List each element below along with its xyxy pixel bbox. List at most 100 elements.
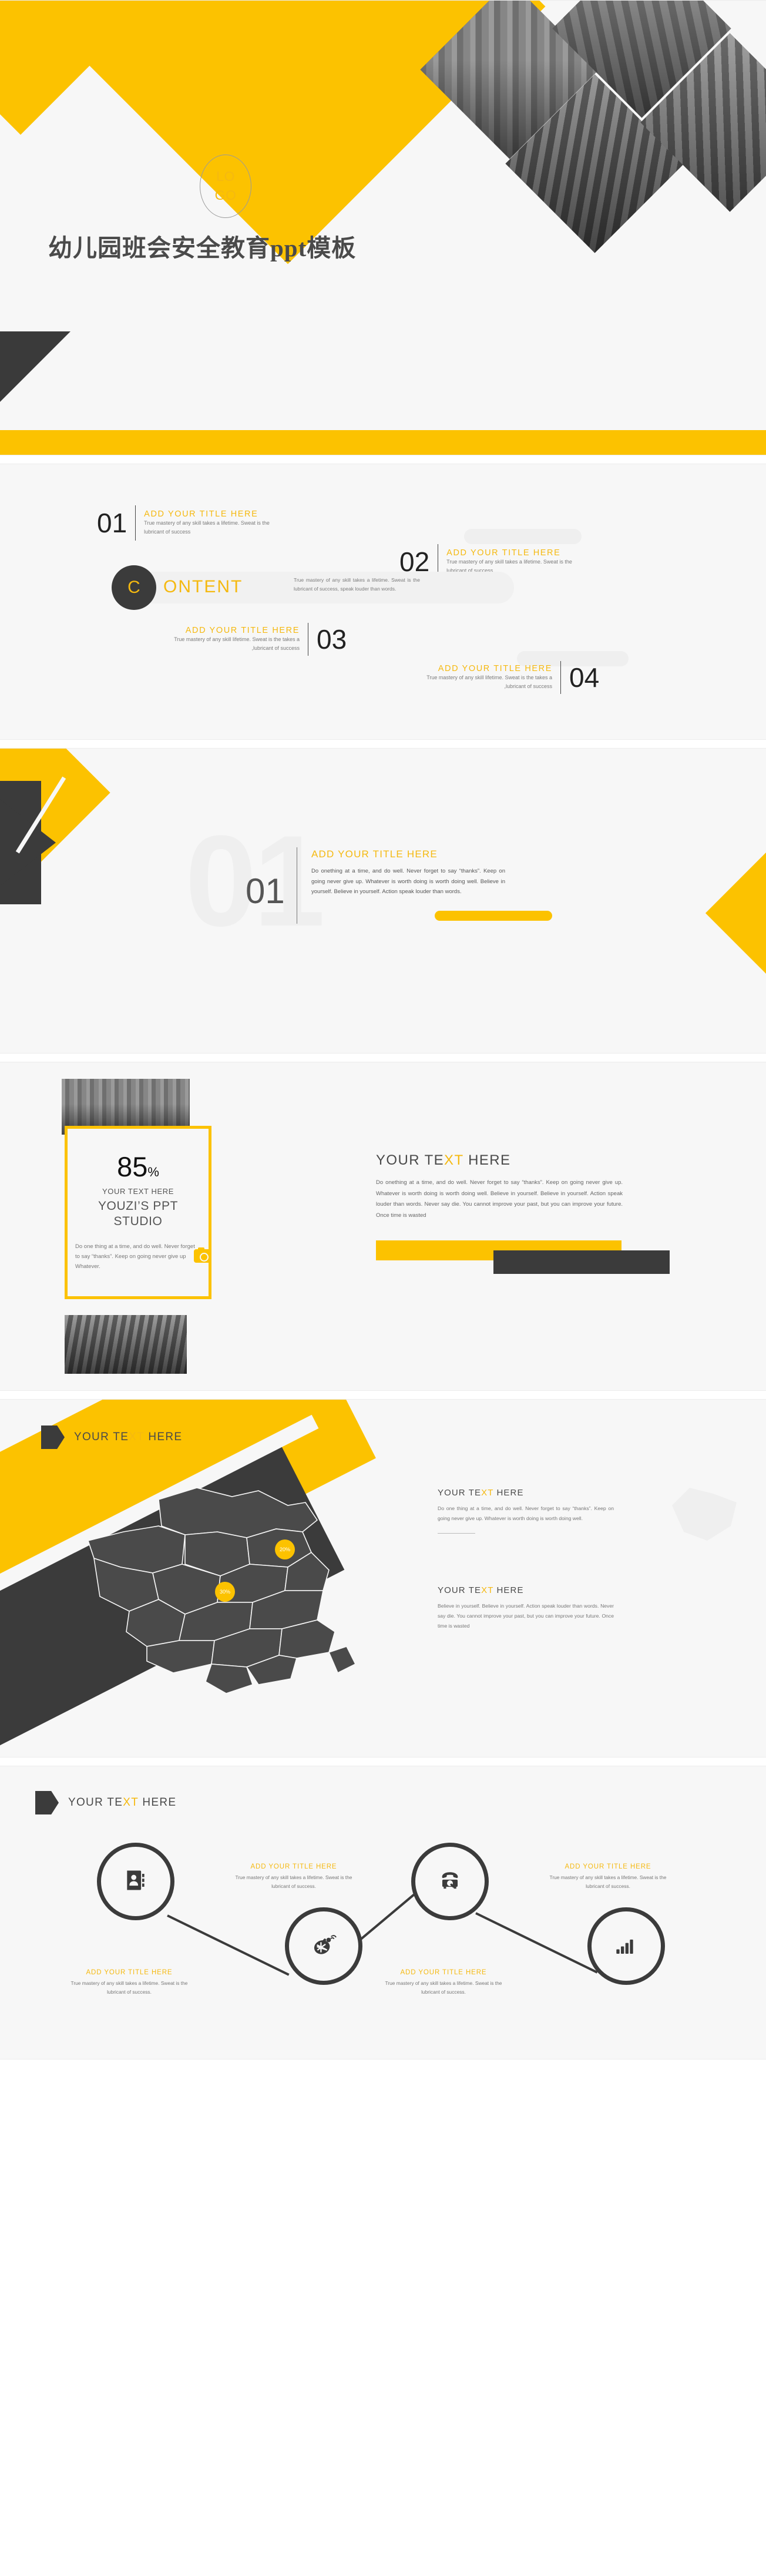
header-part-2: HERE <box>138 1796 177 1809</box>
statistic-sublabel: YOUR TEXT HERE <box>102 1187 174 1196</box>
section-heading: YOUR TEXT HERE <box>376 1152 510 1169</box>
slide-statistic: 85% YOUR TEXT HERE YOUZI’S PPT STUDIO Do… <box>0 1062 766 1391</box>
slide-header: YOUR TEXT HERE <box>35 1791 176 1814</box>
node-caption-2: ADD YOUR TITLE HERE True mastery of any … <box>70 1969 188 1996</box>
address-book-icon <box>123 1867 149 1896</box>
yellow-diamond-right <box>705 850 766 976</box>
connector-line-3 <box>475 1912 598 1974</box>
contents-body: True mastery of any skill takes a lifeti… <box>144 520 270 535</box>
title-part-1: YOUR TE <box>438 1488 482 1498</box>
node-caption-1: ADD YOUR TITLE HERE True mastery of any … <box>235 1863 352 1890</box>
caption-title: ADD YOUR TITLE HERE <box>400 1969 487 1976</box>
statistic-value: 85% <box>65 1151 211 1183</box>
map-badge-1[interactable]: 20% <box>275 1539 295 1559</box>
bottom-yellow-bar <box>0 430 766 455</box>
slide-icon-network: YOUR TEXT HERE ADD YOUR TITLE HERE True … <box>0 1766 766 2060</box>
header-part-1: YOUR TE <box>74 1431 129 1443</box>
contents-body: True mastery of any skill lifetime. Swea… <box>174 636 300 651</box>
divider <box>438 1532 475 1534</box>
contents-title: ADD YOUR TITLE HERE <box>144 509 258 519</box>
contents-title: ADD YOUR TITLE HERE <box>185 626 300 636</box>
contents-title: ADD YOUR TITLE HERE <box>438 664 552 674</box>
column-body: Do one thing at a time, and do well. Nev… <box>438 1505 614 1521</box>
map-badge-2[interactable]: 30% <box>215 1582 235 1602</box>
contents-item-03[interactable]: ADD YOUR TITLE HERE True mastery of any … <box>153 623 347 656</box>
content-description: True mastery of any skill takes a lifeti… <box>294 577 420 592</box>
caption-title: ADD YOUR TITLE HERE <box>86 1969 173 1976</box>
network-node-2[interactable] <box>285 1907 362 1985</box>
section-number: 01 <box>246 871 285 911</box>
network-node-1[interactable] <box>97 1843 174 1920</box>
telephone-icon <box>436 1867 463 1897</box>
column-body: Believe in yourself. Believe in yourself… <box>438 1603 614 1629</box>
contents-body: True mastery of any skill lifetime. Swea… <box>426 675 552 689</box>
slide-section-divider: 01 01 ADD YOUR TITLE HERE Do onething at… <box>0 748 766 1054</box>
heading-part-1: YOUR TE <box>376 1152 445 1168</box>
network-node-4[interactable] <box>587 1907 665 1985</box>
slide-header: YOUR TEXT HERE <box>41 1425 182 1449</box>
brand-line-2: STUDIO <box>113 1215 163 1229</box>
node-caption-3: ADD YOUR TITLE HERE True mastery of any … <box>549 1863 667 1890</box>
arrow-icon <box>41 1425 65 1449</box>
connector-line-1 <box>167 1914 290 1976</box>
caption-body: True mastery of any skill takes a lifeti… <box>385 1980 502 1995</box>
percent-symbol: % <box>147 1165 159 1179</box>
header-text: YOUR TEXT HERE <box>68 1796 176 1809</box>
slide-map: YOUR TEXT HERE 20% 30% YOUR TEXT HERE Do… <box>0 1399 766 1757</box>
section-title: ADD YOUR TITLE HERE <box>311 848 438 860</box>
camera-icon <box>194 1247 211 1263</box>
content-initial-circle: C <box>112 565 156 610</box>
photo-city-bottom <box>65 1315 187 1374</box>
section-body: Do onething at a time, and do well. Neve… <box>311 868 505 895</box>
column-title: YOUR TEXT HERE <box>438 1488 614 1498</box>
content-word: ONTENT <box>163 577 243 596</box>
contents-item-04[interactable]: ADD YOUR TITLE HERE True mastery of any … <box>405 661 599 694</box>
header-part-highlight: XT <box>123 1796 139 1809</box>
arrow-icon <box>35 1791 59 1814</box>
header-part-highlight: XT <box>129 1431 145 1443</box>
slide-title: LO GO 幼儿园班会安全教育ppt模板 <box>0 0 766 455</box>
dark-corner-wedge <box>0 331 70 402</box>
header-text: YOUR TEXT HERE <box>74 1431 182 1444</box>
satellite-dish-icon <box>310 1931 337 1961</box>
header-part-2: HERE <box>144 1431 183 1443</box>
brand-name: YOUZI’S PPT STUDIO <box>65 1199 211 1230</box>
divider <box>560 661 561 694</box>
dark-bar-accent <box>493 1250 670 1274</box>
header-part-1: YOUR TE <box>68 1796 123 1809</box>
contents-item-01[interactable]: 01 ADD YOUR TITLE HERE True mastery of a… <box>97 505 291 541</box>
ghost-map-decoration <box>672 1488 737 1541</box>
caption-body: True mastery of any skill takes a lifeti… <box>70 1980 188 1995</box>
caption-title: ADD YOUR TITLE HERE <box>565 1863 651 1870</box>
logo-line-2: GO <box>214 187 237 203</box>
decorative-pill-1 <box>464 529 582 544</box>
connector-line-2 <box>354 1893 415 1945</box>
contents-number: 01 <box>97 508 127 538</box>
yellow-pill-accent <box>435 911 552 921</box>
divider <box>135 505 136 541</box>
logo-line-1: LO <box>216 169 235 185</box>
logo-badge: LO GO <box>200 155 251 218</box>
slide-contents: 01 ADD YOUR TITLE HERE True mastery of a… <box>0 464 766 740</box>
page-title: 幼儿园班会安全教育ppt模板 <box>48 234 357 261</box>
title-part-2: HERE <box>493 1488 524 1498</box>
node-caption-4: ADD YOUR TITLE HERE True mastery of any … <box>385 1969 502 1996</box>
title-part-highlight: XT <box>481 1585 494 1595</box>
contents-number: 04 <box>569 662 600 693</box>
network-node-3[interactable] <box>411 1843 489 1920</box>
brand-line-1: YOUZI’S PPT <box>98 1199 179 1213</box>
contents-title: ADD YOUR TITLE HERE <box>446 548 561 558</box>
caption-body: True mastery of any skill takes a lifeti… <box>549 1874 667 1889</box>
heading-part-2: HERE <box>463 1152 511 1168</box>
title-part-1: YOUR TE <box>438 1585 482 1595</box>
statistic-number: 85 <box>117 1151 148 1182</box>
title-part-highlight: XT <box>481 1488 494 1498</box>
column-title: YOUR TEXT HERE <box>438 1585 614 1595</box>
caption-body: True mastery of any skill takes a lifeti… <box>235 1874 352 1889</box>
statistic-box-body: Do one thing at a time, and do well. Nev… <box>75 1243 195 1270</box>
section-body: Do onething at a time, and do well. Neve… <box>376 1179 623 1219</box>
map-text-column-2: YOUR TEXT HERE Believe in yourself. Beli… <box>438 1585 614 1631</box>
map-text-column-1: YOUR TEXT HERE Do one thing at a time, a… <box>438 1488 614 1534</box>
slide-deck: LO GO 幼儿园班会安全教育ppt模板 01 ADD YOUR TITLE H… <box>0 0 766 2060</box>
heading-part-highlight: XT <box>444 1152 464 1168</box>
